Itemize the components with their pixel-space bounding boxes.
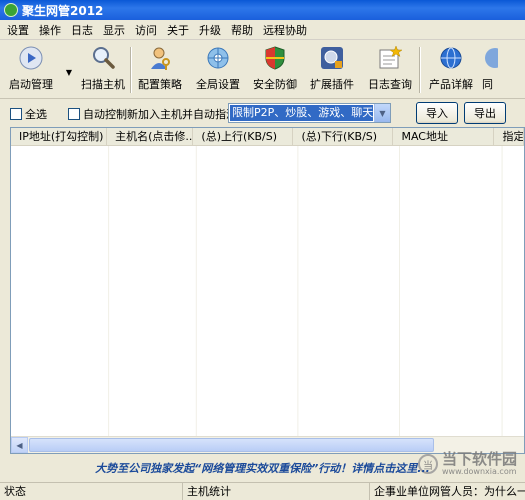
extension-plugins-label: 扩展插件 bbox=[310, 78, 354, 91]
magnifier-icon bbox=[90, 45, 116, 71]
menu-access[interactable]: 访问 bbox=[130, 22, 162, 38]
play-icon bbox=[18, 45, 44, 71]
export-button[interactable]: 导出 bbox=[464, 102, 506, 124]
shield-icon bbox=[262, 45, 288, 71]
column-ip[interactable]: IP地址(打勾控制) bbox=[11, 128, 108, 146]
cut-off-toolbar-button[interactable]: 同 bbox=[482, 41, 498, 99]
start-management-button[interactable]: 启动管理 bbox=[0, 41, 62, 99]
app-icon bbox=[4, 3, 18, 17]
start-management-label: 启动管理 bbox=[9, 78, 53, 91]
user-key-icon bbox=[147, 45, 173, 71]
config-policy-button[interactable]: 配置策略 bbox=[131, 41, 189, 99]
plugin-icon bbox=[319, 45, 345, 71]
import-button[interactable]: 导入 bbox=[416, 102, 458, 124]
global-settings-label: 全局设置 bbox=[196, 78, 240, 91]
extension-plugins-button[interactable]: 扩展插件 bbox=[303, 41, 361, 99]
window-title: 聚生网管2012 bbox=[22, 3, 104, 18]
config-policy-label: 配置策略 bbox=[138, 78, 182, 91]
title-bar: 聚生网管2012 bbox=[0, 0, 525, 20]
cut-off-toolbar-label: 同 bbox=[482, 78, 493, 91]
host-list-table[interactable]: IP地址(打勾控制) 主机名(点击修... (总)上行(KB/S) (总)下行(… bbox=[10, 127, 525, 454]
select-all-label: 全选 bbox=[25, 108, 47, 121]
globe-icon bbox=[438, 45, 464, 71]
auto-control-checkbox[interactable]: 自动控制新加入主机并自动指派 bbox=[68, 106, 237, 122]
globe-gear-icon bbox=[205, 45, 231, 71]
log-star-icon bbox=[377, 45, 403, 71]
checkbox-box[interactable] bbox=[68, 108, 80, 120]
menu-operate[interactable]: 操作 bbox=[34, 22, 66, 38]
product-details-label: 产品详解 bbox=[429, 78, 473, 91]
checkbox-box[interactable] bbox=[10, 108, 22, 120]
status-host-stats: 主机统计 bbox=[183, 482, 370, 500]
log-query-label: 日志查询 bbox=[368, 78, 412, 91]
chevron-down-icon[interactable]: ▼ bbox=[374, 104, 390, 122]
promo-banner-link[interactable]: 大势至公司独家发起“网络管理实效双重保险”行动！详情点击这里... bbox=[0, 458, 525, 480]
start-management-dropdown[interactable]: ▼ bbox=[62, 41, 76, 98]
scan-hosts-button[interactable]: 扫描主机 bbox=[76, 41, 130, 99]
menu-display[interactable]: 显示 bbox=[98, 22, 130, 38]
menu-help[interactable]: 帮助 bbox=[226, 22, 258, 38]
menu-upgrade[interactable]: 升级 bbox=[194, 22, 226, 38]
log-query-button[interactable]: 日志查询 bbox=[361, 41, 419, 99]
column-mac[interactable]: MAC地址 bbox=[393, 128, 495, 146]
scan-hosts-label: 扫描主机 bbox=[81, 78, 125, 91]
toolbar: 启动管理 ▼ 扫描主机 配置策略 全局设置 安全防御 扩展插件 日志查询 产品详… bbox=[0, 41, 525, 99]
table-header: IP地址(打勾控制) 主机名(点击修... (总)上行(KB/S) (总)下行(… bbox=[11, 128, 524, 146]
control-row: 全选 自动控制新加入主机并自动指派 限制P2P、炒股、游戏、聊天策略 ▼ 导入 … bbox=[0, 100, 525, 126]
security-defense-button[interactable]: 安全防御 bbox=[247, 41, 303, 99]
status-state: 状态 bbox=[0, 482, 183, 500]
menu-settings[interactable]: 设置 bbox=[2, 22, 34, 38]
scroll-left-icon[interactable]: ◀ bbox=[11, 437, 28, 453]
security-defense-label: 安全防御 bbox=[253, 78, 297, 91]
policy-select[interactable]: 限制P2P、炒股、游戏、聊天策略 ▼ bbox=[228, 103, 391, 123]
column-hostname[interactable]: 主机名(点击修... bbox=[107, 128, 194, 146]
status-message: 企事业单位网管人员：为什么一定 bbox=[374, 484, 525, 498]
column-gridlines bbox=[108, 146, 503, 436]
menu-remote-assist[interactable]: 远程协助 bbox=[258, 22, 312, 38]
product-details-button[interactable]: 产品详解 bbox=[420, 41, 482, 99]
column-upload[interactable]: (总)上行(KB/S) bbox=[193, 128, 294, 146]
scrollbar-thumb[interactable] bbox=[29, 438, 434, 452]
menu-bar: 设置 操作 日志 显示 访问 关于 升级 帮助 远程协助 bbox=[0, 20, 525, 40]
auto-control-label: 自动控制新加入主机并自动指派 bbox=[83, 108, 237, 121]
menu-log[interactable]: 日志 bbox=[66, 22, 98, 38]
partial-icon bbox=[482, 45, 498, 71]
select-all-checkbox[interactable]: 全选 bbox=[10, 106, 47, 122]
column-download[interactable]: (总)下行(KB/S) bbox=[293, 128, 394, 146]
status-bar: 状态 主机统计 企事业单位网管人员：为什么一定 bbox=[0, 482, 525, 500]
policy-select-value: 限制P2P、炒股、游戏、聊天策略 bbox=[230, 105, 373, 121]
menu-about[interactable]: 关于 bbox=[162, 22, 194, 38]
column-assign[interactable]: 指定 bbox=[494, 128, 524, 146]
global-settings-button[interactable]: 全局设置 bbox=[189, 41, 247, 99]
